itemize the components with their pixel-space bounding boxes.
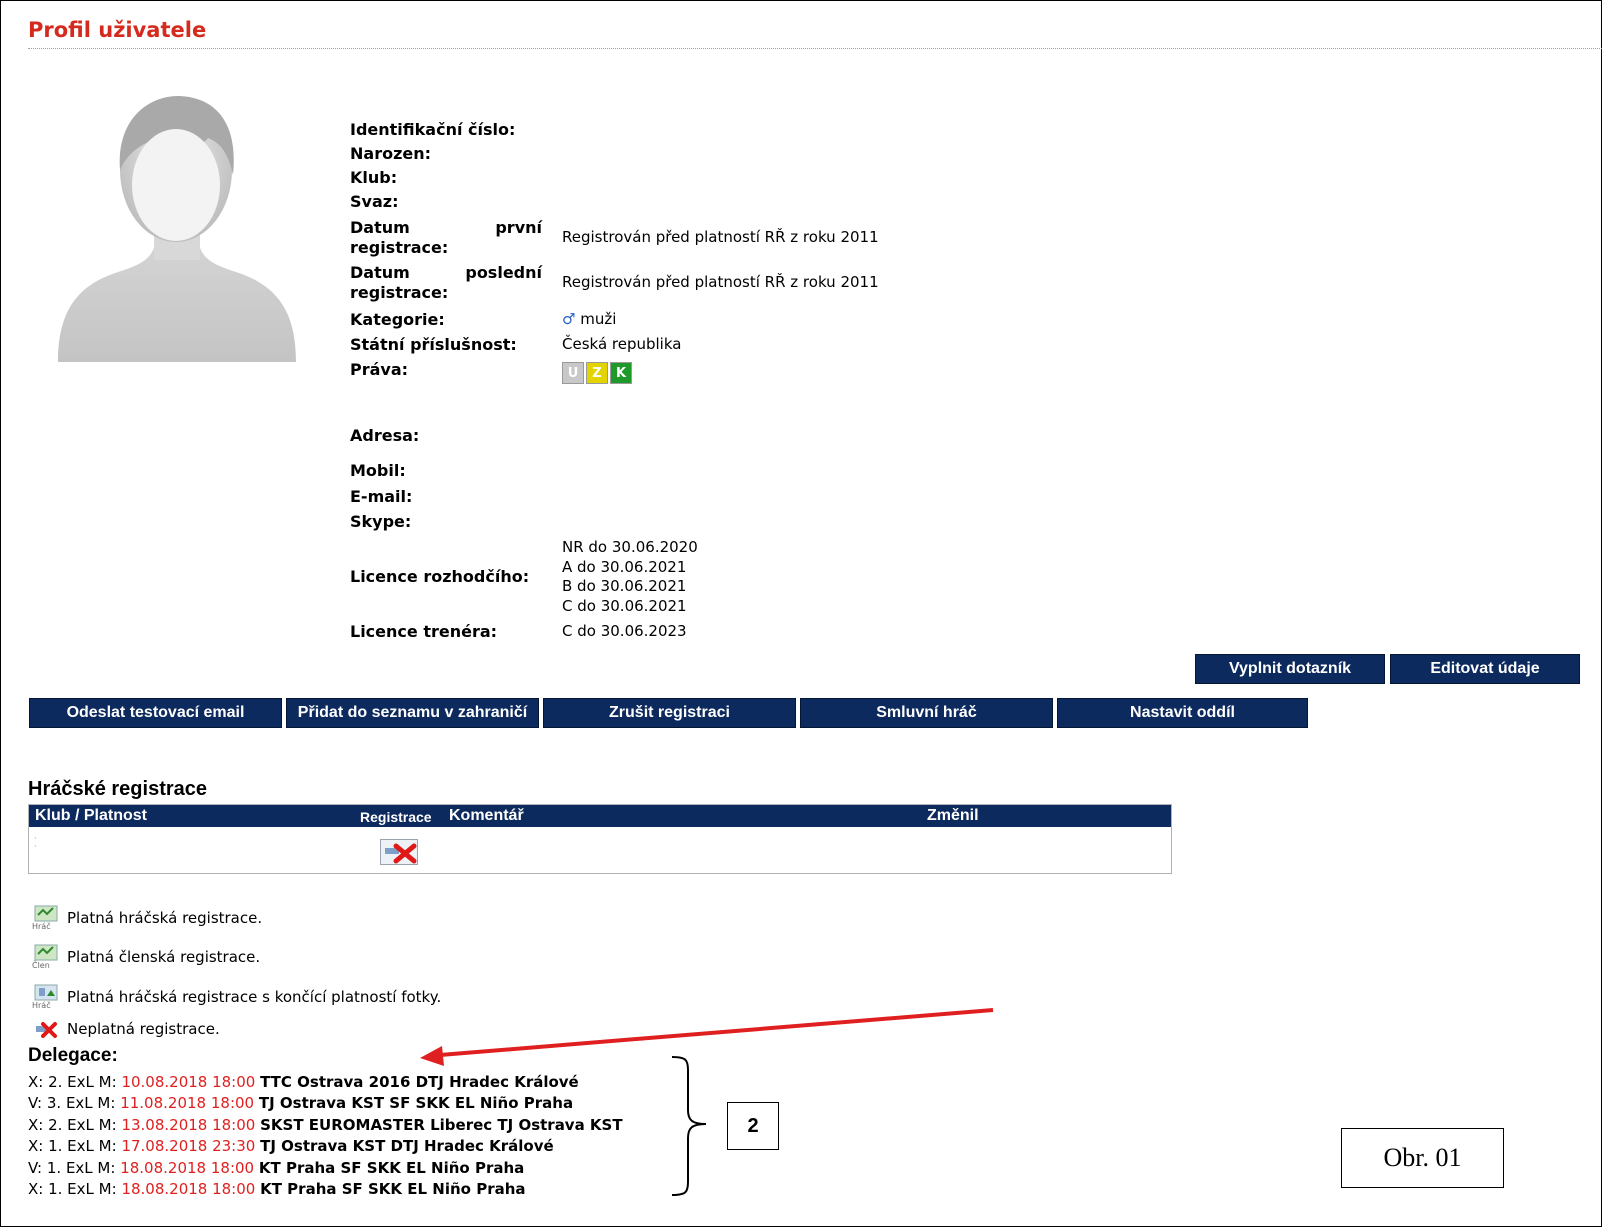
annotation-overlay [420,1008,994,1196]
figure-label: Obr. 01 [1341,1128,1504,1188]
annotation-arrow [420,1008,994,1066]
annotation-brace [671,1056,707,1196]
annotation-marker: 2 [727,1102,779,1150]
